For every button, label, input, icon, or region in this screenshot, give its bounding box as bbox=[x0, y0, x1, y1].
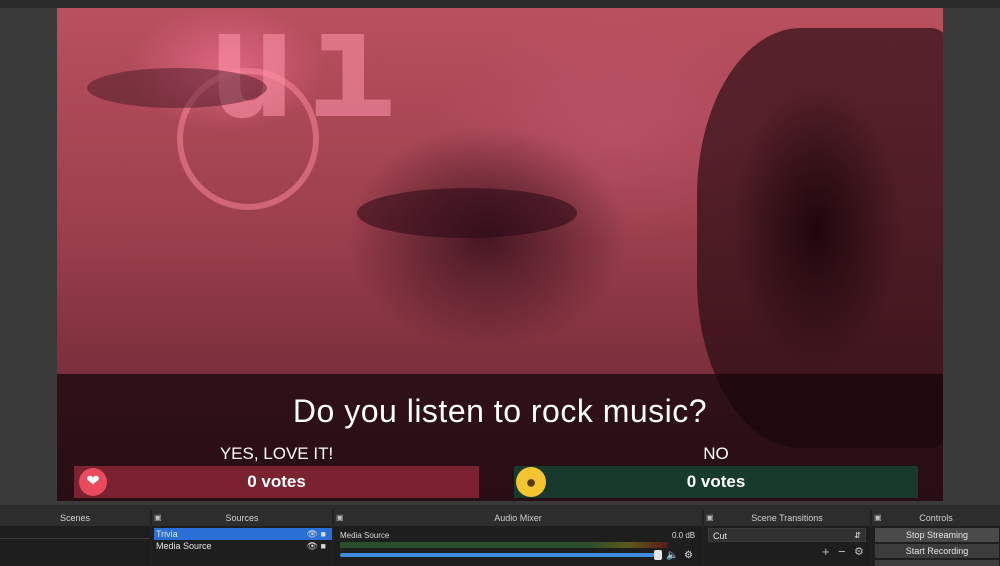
cymbal-shape bbox=[87, 68, 267, 108]
option-yes-bar: ❤ 0 votes bbox=[74, 466, 479, 498]
gear-icon[interactable]: ⚙ bbox=[854, 545, 864, 558]
scene-transitions-header: Scene Transitions bbox=[704, 510, 870, 526]
volume-slider[interactable] bbox=[340, 553, 662, 557]
controls-header: Controls bbox=[872, 510, 1000, 526]
source-item-label: Trivia bbox=[156, 529, 178, 539]
sources-header: Sources bbox=[152, 510, 332, 526]
transition-select-value: Cut bbox=[713, 531, 728, 541]
visibility-lock-icons[interactable]: 👁 ■ bbox=[307, 540, 326, 552]
visibility-lock-icons[interactable]: 👁 ■ bbox=[307, 528, 326, 540]
remove-icon[interactable]: − bbox=[838, 544, 846, 559]
audio-mixer-pin-icon[interactable]: ▣ bbox=[336, 510, 344, 526]
speaker-icon[interactable]: 🔈 bbox=[666, 550, 678, 561]
gear-icon[interactable]: ⚙ bbox=[684, 550, 693, 561]
scenes-header: Scenes bbox=[0, 510, 150, 526]
start-recording-button[interactable]: Start Recording bbox=[875, 544, 999, 558]
poll-question: Do you listen to rock music? bbox=[292, 393, 708, 429]
scenes-panel bbox=[0, 526, 150, 566]
sources-panel: Trivia 👁 ■ Media Source 👁 ■ bbox=[152, 526, 332, 566]
stop-streaming-button[interactable]: Stop Streaming bbox=[875, 528, 999, 542]
scene-transitions-pin-icon[interactable]: ▣ bbox=[706, 510, 714, 526]
add-icon[interactable]: + bbox=[822, 544, 830, 559]
mixer-level-readout: 0.0 dB bbox=[672, 531, 696, 540]
controls-pin-icon[interactable]: ▣ bbox=[874, 510, 882, 526]
sources-pin-icon[interactable]: ▣ bbox=[154, 510, 162, 526]
option-yes-votes: 0 votes bbox=[247, 472, 306, 491]
volume-slider-handle[interactable] bbox=[654, 550, 662, 560]
option-no-label: NO bbox=[703, 444, 729, 463]
option-yes-label: YES, LOVE IT! bbox=[219, 444, 334, 463]
option-no-bar: ●​ 0 votes bbox=[514, 466, 918, 498]
option-no-votes: 0 votes bbox=[686, 472, 746, 491]
stream-preview: uı Do you listen to rock music? YES, LOV… bbox=[57, 8, 943, 501]
mixer-channel-label: Media Source bbox=[340, 531, 390, 540]
chevron-updown-icon: ⇵ bbox=[854, 531, 861, 540]
cymbal-shape-2 bbox=[357, 188, 577, 238]
transition-select[interactable]: Cut ⇵ bbox=[708, 528, 866, 542]
audio-mixer-header: Audio Mixer bbox=[334, 510, 702, 526]
studio-mode-button[interactable] bbox=[875, 560, 999, 566]
volume-meter bbox=[340, 542, 668, 548]
source-item-media[interactable]: Media Source 👁 ■ bbox=[154, 540, 332, 552]
source-item-trivia[interactable]: Trivia 👁 ■ bbox=[154, 528, 332, 540]
scenes-divider bbox=[0, 538, 150, 539]
source-item-label: Media Source bbox=[156, 541, 212, 551]
top-bar bbox=[0, 0, 1000, 8]
